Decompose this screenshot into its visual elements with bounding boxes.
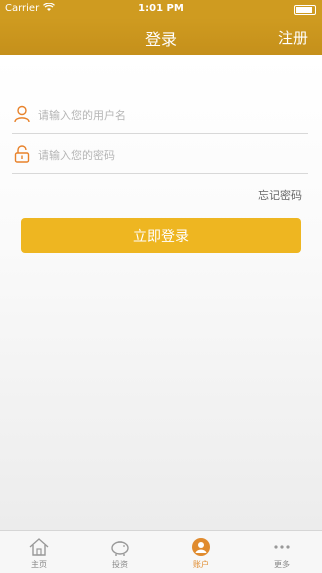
username-field-row — [12, 97, 308, 134]
password-field-row — [12, 137, 308, 174]
forgot-password-link[interactable]: 忘记密码 — [258, 187, 302, 203]
register-button[interactable]: 注册 — [278, 27, 308, 48]
tab-account[interactable]: 账户 — [171, 531, 231, 573]
tab-label: 账户 — [193, 560, 209, 569]
tab-invest[interactable]: 投资 — [90, 531, 150, 573]
more-icon — [271, 537, 293, 557]
lock-icon — [14, 145, 30, 163]
page-title: 登录 — [144, 30, 177, 49]
status-bar: Carrier 1:01 PM — [0, 0, 322, 18]
piggy-bank-icon — [109, 537, 131, 557]
tab-label: 更多 — [274, 560, 290, 569]
password-input[interactable] — [36, 143, 300, 167]
status-time: 1:01 PM — [138, 3, 184, 14]
tab-label: 投资 — [112, 560, 128, 569]
tab-more[interactable]: 更多 — [252, 531, 312, 573]
username-input[interactable] — [36, 103, 300, 127]
nav-bar: 登录 注册 — [0, 18, 322, 55]
battery-icon — [294, 5, 316, 15]
login-form: 忘记密码 立即登录 — [0, 55, 322, 530]
account-icon — [190, 537, 212, 557]
tab-label: 主页 — [31, 560, 47, 569]
home-icon — [28, 537, 50, 557]
login-button[interactable]: 立即登录 — [21, 218, 301, 253]
user-icon — [14, 105, 30, 123]
tab-home[interactable]: 主页 — [9, 531, 69, 573]
tab-bar: 主页 投资 账户 更多 — [0, 530, 322, 573]
